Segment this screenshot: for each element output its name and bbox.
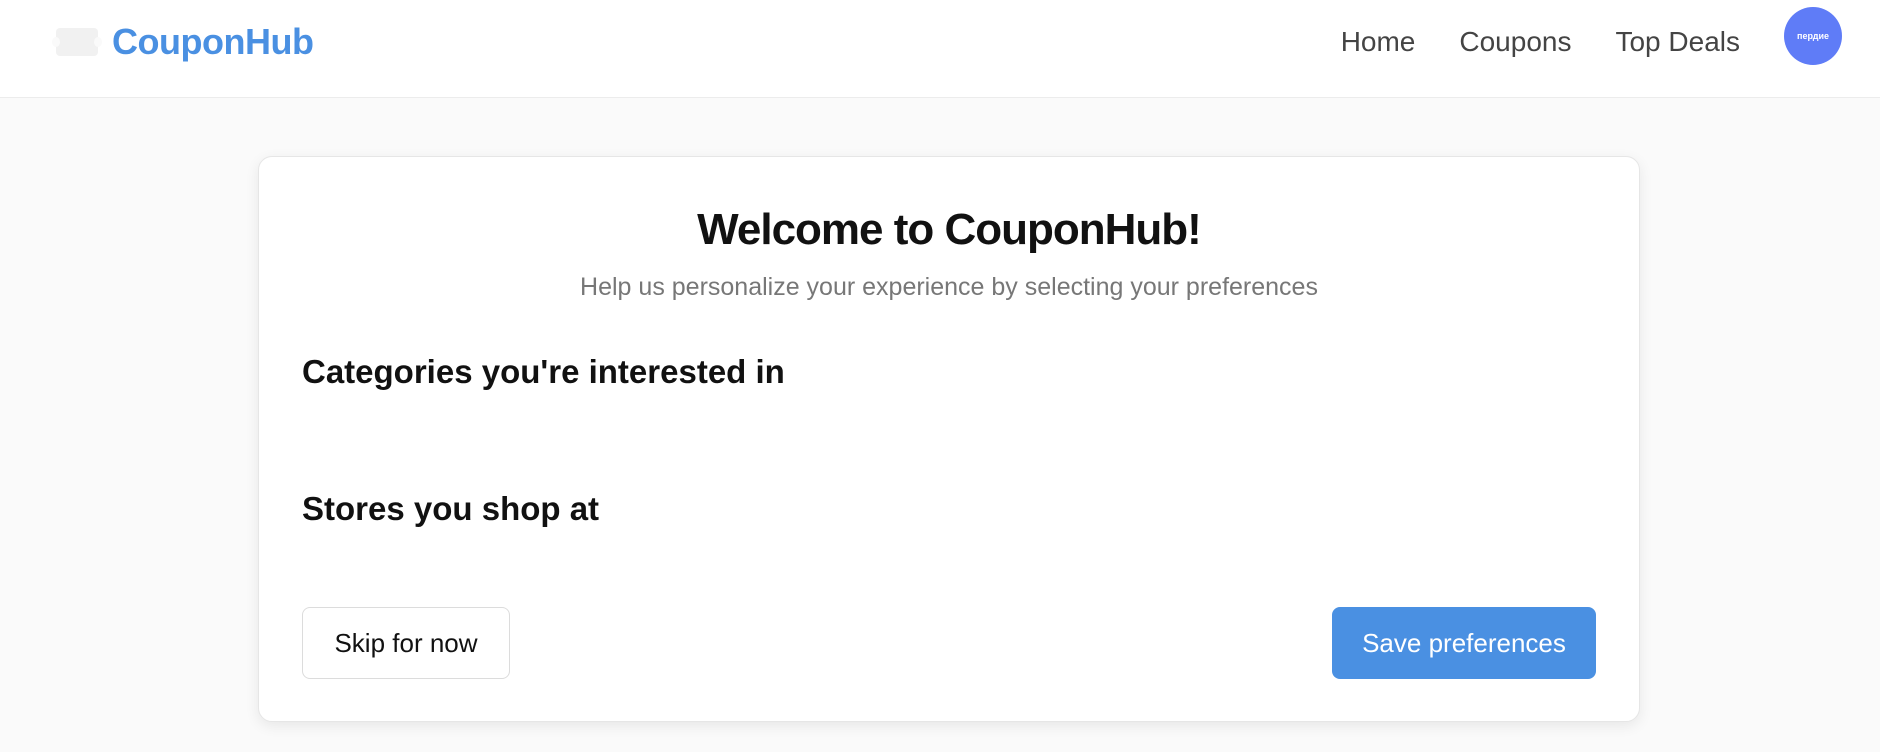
page-subtitle: Help us personalize your experience by s… [580, 273, 1318, 301]
nav-home[interactable]: Home [1341, 26, 1416, 58]
top-navbar: CouponHub Home Coupons Top Deals пердие [0, 0, 1880, 98]
categories-section-title: Categories you're interested in [302, 353, 785, 390]
nav-top-deals[interactable]: Top Deals [1615, 26, 1740, 58]
user-avatar[interactable]: пердие [1784, 7, 1842, 65]
main-nav: Home Coupons Top Deals пердие [1341, 0, 1880, 84]
nav-coupons[interactable]: Coupons [1459, 26, 1571, 58]
stores-section-title: Stores you shop at [302, 490, 600, 527]
skip-button[interactable]: Skip for now [302, 607, 510, 679]
preferences-card: Welcome to CouponHub! Help us personaliz… [258, 156, 1640, 722]
logo-link[interactable]: CouponHub [52, 21, 314, 62]
page-title: Welcome to CouponHub! [697, 205, 1202, 254]
save-preferences-button[interactable]: Save preferences [1332, 607, 1596, 679]
logo-text: CouponHub [112, 21, 314, 62]
ticket-icon [52, 28, 102, 56]
